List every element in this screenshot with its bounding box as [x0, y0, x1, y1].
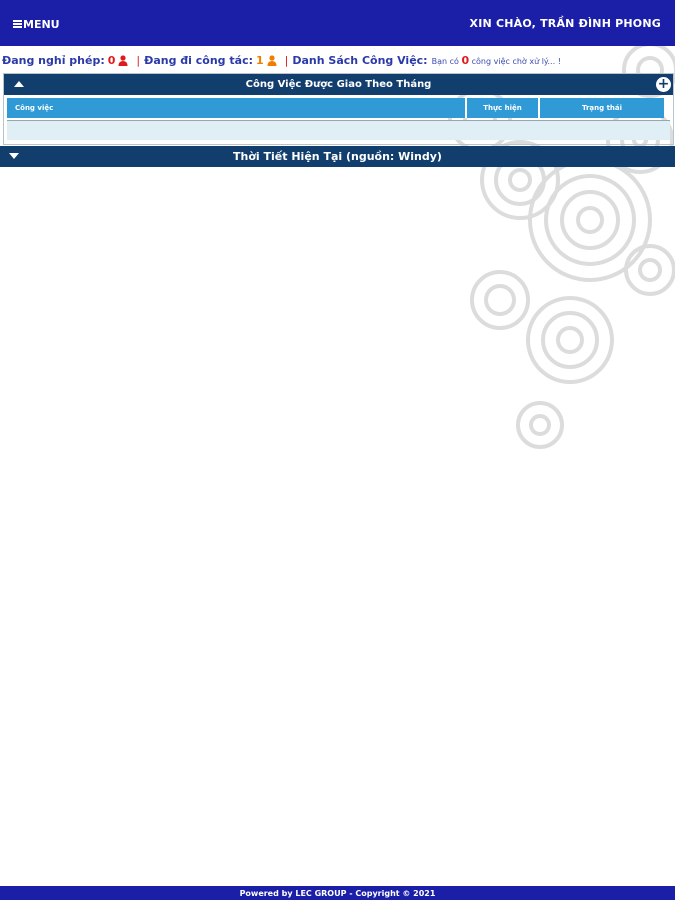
person-icon: [267, 54, 277, 66]
tasks-table-header: Công việc Thực hiện Trạng thái: [7, 98, 670, 118]
caret-up-icon[interactable]: [14, 81, 24, 87]
trip-count: 1: [256, 53, 264, 67]
trip-label[interactable]: Đang đi công tác:: [144, 54, 253, 67]
hamburger-icon: [13, 19, 22, 30]
tasks-label[interactable]: Danh Sách Công Việc:: [292, 54, 427, 67]
monthly-tasks-header[interactable]: Công Việc Được Giao Theo Tháng +: [4, 74, 673, 95]
menu-label: MENU: [23, 17, 60, 31]
menu-button[interactable]: MENU: [13, 16, 60, 32]
column-task[interactable]: Công việc: [7, 98, 467, 118]
tasks-prefix: Bạn có: [431, 56, 459, 66]
separator: |: [136, 53, 141, 67]
tasks-message: Bạn có 0 công việc chờ xử lý... !: [432, 54, 561, 67]
leave-label[interactable]: Đang nghỉ phép:: [2, 54, 105, 67]
person-icon: [118, 54, 128, 66]
top-bar: MENU XIN CHÀO, TRẦN ĐÌNH PHONG: [0, 0, 675, 46]
monthly-tasks-panel: Công Việc Được Giao Theo Tháng + Công vi…: [3, 73, 674, 145]
tasks-count: 0: [461, 53, 470, 67]
user-greeting[interactable]: XIN CHÀO, TRẦN ĐÌNH PHONG: [470, 17, 661, 30]
footer-text: Powered by LEC GROUP - Copyright © 2021: [239, 888, 436, 898]
leave-count: 0: [107, 53, 116, 67]
plus-circle-icon[interactable]: +: [656, 77, 671, 92]
separator: |: [284, 53, 289, 67]
tasks-table-body: [7, 120, 670, 140]
monthly-tasks-title: Công Việc Được Giao Theo Tháng: [245, 79, 432, 90]
caret-down-icon[interactable]: [9, 153, 19, 159]
tasks-suffix: công việc chờ xử lý... !: [471, 56, 561, 66]
column-status[interactable]: Trạng thái: [540, 98, 664, 118]
footer: Powered by LEC GROUP - Copyright © 2021: [0, 886, 675, 900]
column-assignee[interactable]: Thực hiện: [467, 98, 540, 118]
weather-panel-header[interactable]: Thời Tiết Hiện Tại (nguồn: Windy): [0, 146, 675, 167]
status-bar: Đang nghỉ phép: 0 | Đang đi công tác: 1 …: [2, 50, 673, 70]
weather-title: Thời Tiết Hiện Tại (nguồn: Windy): [233, 150, 442, 163]
